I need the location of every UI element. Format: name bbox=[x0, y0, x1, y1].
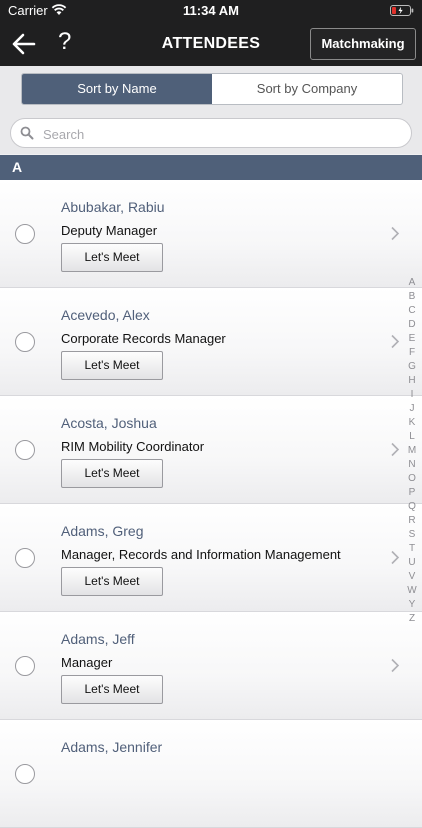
attendee-title: RIM Mobility Coordinator bbox=[61, 439, 205, 454]
attendee-name: Adams, Jeff bbox=[61, 631, 135, 647]
attendee-row[interactable]: Acosta, Joshua RIM Mobility Coordinator … bbox=[0, 396, 422, 504]
attendee-title: Deputy Manager bbox=[61, 223, 158, 238]
index-letter[interactable]: O bbox=[408, 472, 416, 486]
attendee-title: Corporate Records Manager bbox=[61, 331, 226, 346]
section-header: A bbox=[0, 155, 422, 180]
index-letter[interactable]: S bbox=[409, 528, 416, 542]
attendee-name: Adams, Jennifer bbox=[61, 739, 163, 755]
index-letter[interactable]: D bbox=[408, 318, 415, 332]
index-letter[interactable]: I bbox=[411, 388, 414, 402]
select-radio[interactable] bbox=[15, 224, 35, 244]
search-input[interactable] bbox=[41, 123, 385, 145]
select-radio[interactable] bbox=[15, 764, 35, 784]
sort-segmented-control: Sort by Name Sort by Company bbox=[21, 73, 403, 105]
battery-icon bbox=[390, 5, 414, 16]
index-letter[interactable]: E bbox=[409, 332, 416, 346]
attendee-title: Manager bbox=[61, 655, 113, 670]
index-letter[interactable]: Y bbox=[409, 598, 416, 612]
lets-meet-button[interactable]: Let's Meet bbox=[61, 675, 163, 704]
status-time: 11:34 AM bbox=[183, 3, 239, 18]
index-letter[interactable]: W bbox=[407, 584, 416, 598]
lets-meet-button[interactable]: Let's Meet bbox=[61, 459, 163, 488]
attendee-name: Adams, Greg bbox=[61, 523, 144, 539]
index-letter[interactable]: U bbox=[408, 556, 415, 570]
index-letter[interactable]: F bbox=[409, 346, 415, 360]
sort-by-name-tab[interactable]: Sort by Name bbox=[22, 74, 212, 104]
section-letter: A bbox=[12, 159, 23, 175]
index-letter[interactable]: T bbox=[409, 542, 415, 556]
attendee-name: Acevedo, Alex bbox=[61, 307, 150, 323]
sort-toolbar: Sort by Name Sort by Company bbox=[0, 66, 422, 112]
index-letter[interactable]: L bbox=[409, 430, 415, 444]
index-letter[interactable]: Q bbox=[408, 500, 416, 514]
chevron-right-icon bbox=[391, 226, 400, 241]
search-bar bbox=[0, 112, 422, 154]
index-letter[interactable]: K bbox=[409, 416, 416, 430]
index-letter[interactable]: P bbox=[409, 486, 416, 500]
attendee-row[interactable]: Adams, Jeff Manager Let's Meet bbox=[0, 612, 422, 720]
select-radio[interactable] bbox=[15, 332, 35, 352]
section-index-bar[interactable]: ABCDEFGHIJKLMNOPQRSTUVWYZ bbox=[405, 276, 419, 626]
chevron-right-icon bbox=[391, 550, 400, 565]
sort-by-company-tab[interactable]: Sort by Company bbox=[212, 74, 402, 104]
attendee-row[interactable]: Adams, Greg Manager, Records and Informa… bbox=[0, 504, 422, 612]
search-field-container[interactable] bbox=[10, 118, 412, 148]
select-radio[interactable] bbox=[15, 440, 35, 460]
chevron-right-icon bbox=[391, 658, 400, 673]
select-radio[interactable] bbox=[15, 656, 35, 676]
attendee-row[interactable]: Abubakar, Rabiu Deputy Manager Let's Mee… bbox=[0, 180, 422, 288]
index-letter[interactable]: A bbox=[409, 276, 416, 290]
index-letter[interactable]: Z bbox=[409, 612, 415, 626]
magnifier-icon bbox=[20, 126, 34, 140]
index-letter[interactable]: J bbox=[410, 402, 415, 416]
lets-meet-button[interactable]: Let's Meet bbox=[61, 243, 163, 272]
select-radio[interactable] bbox=[15, 548, 35, 568]
attendee-list: Abubakar, Rabiu Deputy Manager Let's Mee… bbox=[0, 180, 422, 828]
matchmaking-button[interactable]: Matchmaking bbox=[310, 28, 416, 60]
attendee-name: Acosta, Joshua bbox=[61, 415, 157, 431]
index-letter[interactable]: R bbox=[408, 514, 415, 528]
attendee-row[interactable]: Adams, Jennifer bbox=[0, 720, 422, 828]
index-letter[interactable]: N bbox=[408, 458, 415, 472]
chevron-right-icon bbox=[391, 442, 400, 457]
lets-meet-button[interactable]: Let's Meet bbox=[61, 351, 163, 380]
status-bar: Carrier 11:34 AM bbox=[0, 0, 422, 22]
index-letter[interactable]: C bbox=[408, 304, 415, 318]
attendee-title: Manager, Records and Information Managem… bbox=[61, 547, 341, 562]
attendee-name: Abubakar, Rabiu bbox=[61, 199, 165, 215]
index-letter[interactable]: H bbox=[408, 374, 415, 388]
navigation-bar: ? ATTENDEES Matchmaking bbox=[0, 22, 422, 66]
index-letter[interactable]: V bbox=[409, 570, 416, 584]
index-letter[interactable]: M bbox=[408, 444, 416, 458]
attendee-row[interactable]: Acevedo, Alex Corporate Records Manager … bbox=[0, 288, 422, 396]
lets-meet-button[interactable]: Let's Meet bbox=[61, 567, 163, 596]
index-letter[interactable]: G bbox=[408, 360, 416, 374]
chevron-right-icon bbox=[391, 334, 400, 349]
index-letter[interactable]: B bbox=[409, 290, 416, 304]
